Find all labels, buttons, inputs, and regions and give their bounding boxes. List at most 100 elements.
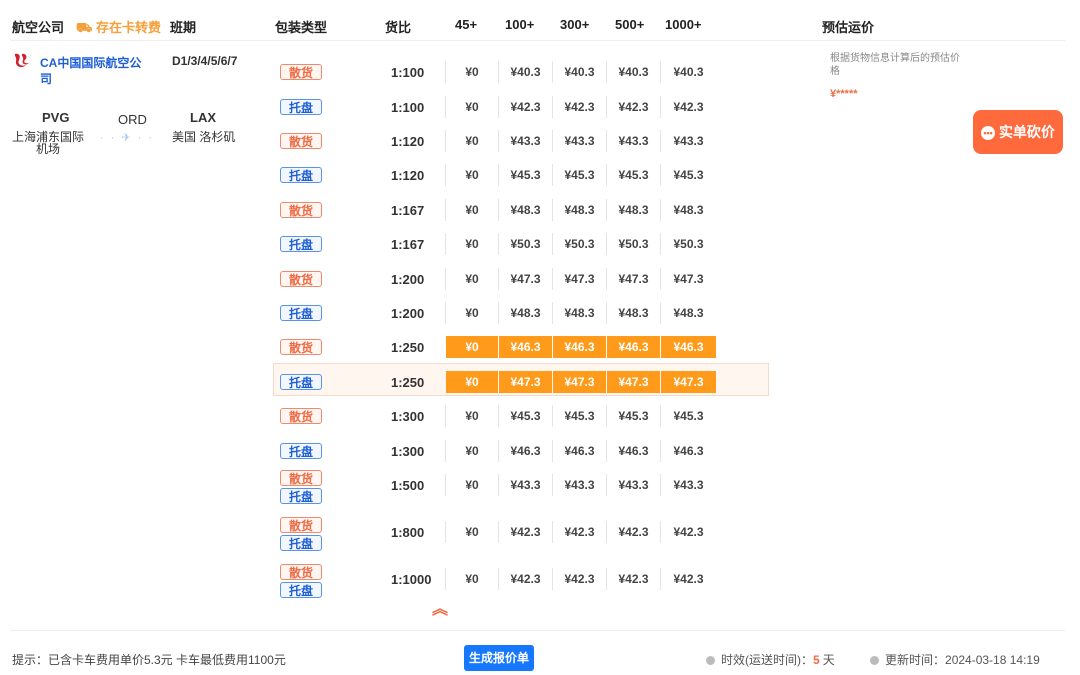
price-cell: ¥45.3 (673, 409, 704, 423)
price-cell: ¥42.3 (510, 100, 541, 114)
cell-separator (606, 568, 607, 590)
transit-time: 时效(运送时间)：5 天 (706, 651, 835, 668)
update-value: 2024-03-18 14:19 (945, 653, 1040, 667)
air-china-logo-icon (14, 53, 29, 68)
cell-separator (552, 521, 553, 543)
price-cell: ¥46.3 (553, 336, 606, 358)
price-cell: ¥0 (465, 409, 479, 423)
cell-separator (552, 302, 553, 324)
price-cell: ¥42.3 (510, 525, 541, 539)
cell-separator (660, 199, 661, 221)
price-cell: ¥0 (465, 65, 479, 79)
ratio-cell: 1:100 (391, 65, 425, 80)
bulk-cargo-tag: 散货 (280, 339, 322, 355)
price-cell: ¥47.3 (553, 371, 606, 393)
price-cell: ¥42.3 (673, 525, 704, 539)
pallet-tag: 托盘 (280, 374, 322, 390)
header-divider (10, 40, 1065, 41)
cell-separator (445, 440, 446, 462)
truck-fee-notice[interactable]: ⛟ 存在卡转费 (76, 17, 161, 38)
destination-city: 美国 洛杉矶 (172, 130, 236, 144)
cell-separator (660, 96, 661, 118)
price-cell: ¥42.3 (618, 100, 649, 114)
airline-name[interactable]: CA中国国际航空公司 (40, 55, 150, 87)
cell-separator (445, 302, 446, 324)
update-time: 更新时间：2024-03-18 14:19 (870, 651, 1040, 668)
origin-code: PVG (42, 110, 70, 125)
cell-separator (660, 233, 661, 255)
cell-separator (606, 440, 607, 462)
price-cell: ¥0 (465, 203, 479, 217)
bulk-cargo-tag: 散货 (280, 64, 322, 80)
price-cell: ¥50.3 (618, 237, 649, 251)
cell-separator (552, 405, 553, 427)
price-cell: ¥0 (465, 134, 479, 148)
bulk-cargo-tag: 散货 (280, 271, 322, 287)
cell-separator (606, 164, 607, 186)
price-cell: ¥46.3 (673, 444, 704, 458)
cell-separator (606, 130, 607, 152)
cell-separator (606, 268, 607, 290)
generate-quote-button[interactable]: 生成报价单 (464, 645, 534, 671)
price-cell: ¥47.3 (607, 371, 660, 393)
cell-separator (445, 268, 446, 290)
price-cell: ¥47.3 (618, 272, 649, 286)
collapse-chevron-icon[interactable]: ︽ (432, 602, 448, 618)
estimate-price: ¥***** (830, 88, 858, 100)
cell-separator (606, 302, 607, 324)
bargain-button[interactable]: ••• 实单砍价 (973, 110, 1063, 154)
price-cell: ¥45.3 (618, 168, 649, 182)
cell-separator (498, 164, 499, 186)
price-cell: ¥0 (446, 336, 498, 358)
ratio-cell: 1:120 (391, 168, 425, 183)
price-cell: ¥46.3 (499, 336, 552, 358)
price-cell: ¥47.3 (673, 272, 704, 286)
cell-separator (660, 268, 661, 290)
ratio-cell: 1:1000 (391, 572, 432, 587)
price-cell: ¥45.3 (618, 409, 649, 423)
cell-separator (552, 164, 553, 186)
ratio-cell: 1:500 (391, 478, 425, 493)
cell-separator (552, 233, 553, 255)
cell-separator (606, 521, 607, 543)
price-cell: ¥46.3 (510, 444, 541, 458)
pallet-tag: 托盘 (280, 443, 322, 459)
cell-separator (445, 474, 446, 496)
price-cell: ¥0 (465, 272, 479, 286)
cell-separator (445, 233, 446, 255)
clock-icon (706, 656, 715, 665)
cell-separator (660, 130, 661, 152)
price-cell: ¥46.3 (661, 336, 716, 358)
price-cell: ¥40.3 (673, 65, 704, 79)
ratio-cell: 1:250 (391, 375, 425, 390)
ratio-cell: 1:167 (391, 203, 425, 218)
price-cell: ¥48.3 (564, 306, 595, 320)
price-cell: ¥42.3 (618, 572, 649, 586)
destination-code: LAX (190, 110, 216, 125)
cell-separator (445, 130, 446, 152)
cell-separator (552, 199, 553, 221)
cell-separator (660, 61, 661, 83)
schedule-days: D1/3/4/5/6/7 (172, 54, 238, 68)
update-label: 更新时间： (885, 653, 946, 667)
pallet-tag: 托盘 (280, 488, 322, 504)
price-cell: ¥42.3 (618, 525, 649, 539)
price-cell: ¥50.3 (673, 237, 704, 251)
cell-separator (498, 474, 499, 496)
cell-separator (498, 96, 499, 118)
price-cell: ¥50.3 (510, 237, 541, 251)
cell-separator (606, 96, 607, 118)
pallet-tag: 托盘 (280, 582, 322, 598)
price-cell: ¥48.3 (618, 203, 649, 217)
ratio-cell: 1:200 (391, 306, 425, 321)
price-cell: ¥47.3 (564, 272, 595, 286)
price-cell: ¥47.3 (510, 272, 541, 286)
transit-label: 时效(运送时间)： (721, 653, 813, 667)
cell-separator (445, 96, 446, 118)
truck-fee-label: 存在卡转费 (95, 20, 161, 35)
flight-route-icon: · · ✈ · · (100, 132, 155, 144)
price-cell: ¥48.3 (510, 306, 541, 320)
price-cell: ¥0 (465, 444, 479, 458)
price-cell: ¥0 (465, 168, 479, 182)
weight-300-header: 300+ (560, 17, 590, 32)
